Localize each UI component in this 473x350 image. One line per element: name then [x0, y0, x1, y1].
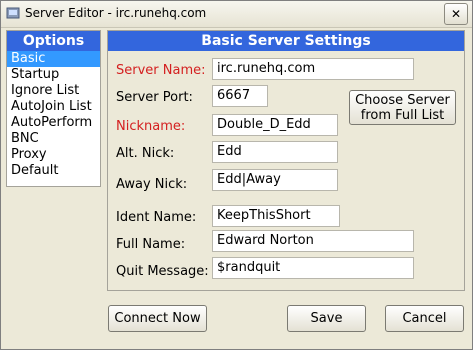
- quit-message-field[interactable]: $randquit: [212, 257, 414, 279]
- option-ignore-list[interactable]: Ignore List: [7, 83, 100, 99]
- save-button[interactable]: Save: [287, 305, 366, 332]
- cancel-button[interactable]: Cancel: [385, 305, 464, 332]
- window-title: Server Editor - irc.runehq.com: [25, 6, 207, 20]
- nickname-label: Nickname:: [116, 119, 186, 134]
- server-port-label: Server Port:: [116, 90, 193, 105]
- connect-now-button[interactable]: Connect Now: [108, 305, 207, 332]
- option-default[interactable]: Default: [7, 163, 100, 179]
- away-nick-label: Away Nick:: [116, 177, 188, 192]
- app-icon: [6, 7, 20, 19]
- option-bnc[interactable]: BNC: [7, 131, 100, 147]
- option-startup[interactable]: Startup: [7, 67, 100, 83]
- choose-server-label-line2: from Full List: [360, 108, 445, 123]
- nickname-field[interactable]: Double_D_Edd: [212, 114, 338, 136]
- full-name-label: Full Name:: [116, 237, 186, 252]
- options-panel: Options Basic Startup Ignore List AutoJo…: [6, 30, 101, 187]
- option-autojoin-list[interactable]: AutoJoin List: [7, 99, 100, 115]
- away-nick-field[interactable]: Edd|Away: [212, 169, 338, 191]
- server-name-label: Server Name:: [116, 63, 206, 78]
- server-editor-window: Server Editor - irc.runehq.com ✕ Options…: [0, 0, 473, 350]
- basic-settings-panel: Basic Server Settings Server Name: irc.r…: [107, 30, 465, 291]
- choose-server-label-line1: Choose Server: [355, 93, 450, 108]
- alt-nick-label: Alt. Nick:: [116, 146, 175, 161]
- choose-server-button[interactable]: Choose Server from Full List: [349, 90, 456, 125]
- ident-name-label: Ident Name:: [116, 210, 197, 225]
- close-icon: ✕: [450, 7, 462, 21]
- options-header: Options: [7, 31, 100, 51]
- ident-name-field[interactable]: KeepThisShort: [212, 205, 340, 227]
- option-proxy[interactable]: Proxy: [7, 147, 100, 163]
- server-name-field[interactable]: irc.runehq.com: [212, 58, 414, 80]
- settings-header: Basic Server Settings: [108, 31, 464, 51]
- alt-nick-field[interactable]: Edd: [212, 141, 338, 163]
- option-basic[interactable]: Basic: [7, 51, 100, 67]
- option-autoperform[interactable]: AutoPerform: [7, 115, 100, 131]
- quit-message-label: Quit Message:: [116, 264, 209, 279]
- full-name-field[interactable]: Edward Norton: [212, 230, 414, 252]
- server-port-field[interactable]: 6667: [212, 85, 268, 107]
- title-bar[interactable]: Server Editor - irc.runehq.com ✕: [1, 1, 472, 28]
- close-button[interactable]: ✕: [444, 3, 468, 25]
